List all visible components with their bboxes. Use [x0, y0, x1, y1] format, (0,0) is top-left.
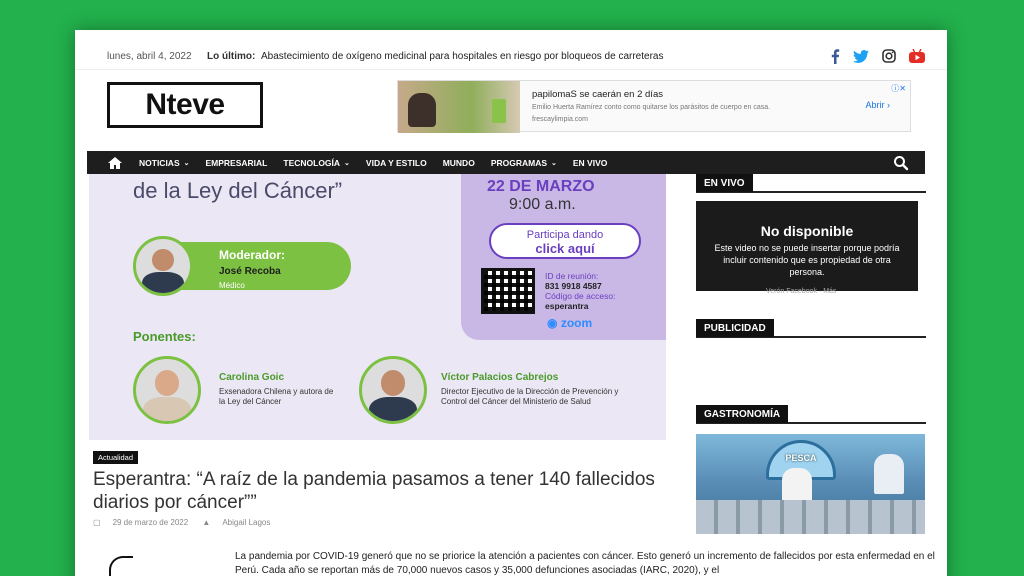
- nav-item-vida-y-estilo[interactable]: VIDA Y ESTILO: [358, 151, 435, 174]
- food-widget-header: GASTRONOMÍA: [696, 404, 926, 424]
- article-meta: ▢ 29 de marzo de 2022 ▲ Abigail Lagos: [93, 518, 282, 527]
- youtube-icon[interactable]: [909, 48, 925, 64]
- speaker-avatar: [359, 356, 427, 424]
- fish-counter: [696, 500, 925, 534]
- site-logo[interactable]: Nteve: [107, 82, 263, 128]
- chevron-down-icon: ⌄: [551, 159, 557, 167]
- category-badge[interactable]: Actualidad: [93, 451, 139, 464]
- main-nav: NOTICIAS ⌄ EMPRESARIAL TECNOLOGÍA ⌄ VIDA Y ES…: [87, 151, 925, 174]
- nav-item-programas[interactable]: PROGRAMAS ⌄: [483, 151, 565, 174]
- live-video-embed[interactable]: No disponible Este video no se puede ins…: [696, 201, 918, 295]
- zoom-logo: ◉ zoom: [547, 316, 592, 330]
- nav-item-label: VIDA Y ESTILO: [365, 157, 427, 168]
- nav-item-noticias[interactable]: NOTICIAS ⌄: [131, 151, 198, 174]
- nav-item-label: TECNOLOGÍA: [283, 157, 341, 168]
- gastronomy-image[interactable]: PESCA: [696, 434, 925, 534]
- article-author[interactable]: Abigail Lagos: [222, 518, 270, 527]
- speaker-avatar: [133, 356, 201, 424]
- ad-image: [398, 81, 520, 133]
- video-unavailable-title: No disponible: [760, 223, 854, 239]
- news-page: lunes, abril 4, 2022 Lo último: Abasteci…: [75, 30, 947, 576]
- live-widget-title: EN VIVO: [696, 174, 753, 192]
- ad-widget-header: PUBLICIDAD: [696, 318, 926, 338]
- moderator-name: José Recoba: [219, 266, 281, 277]
- chevron-down-icon: ⌄: [344, 159, 350, 167]
- adchoices-icon[interactable]: ⓘ✕: [891, 83, 906, 94]
- article-headline[interactable]: Esperantra: “A raíz de la pandemia pasam…: [93, 468, 683, 514]
- nav-item-label: EN VIVO: [572, 157, 608, 168]
- speaker-name: Carolina Goic: [219, 372, 285, 383]
- access-code-label: Código de acceso:: [545, 291, 616, 301]
- chevron-right-icon: ›: [887, 100, 890, 110]
- moderator-avatar: [133, 236, 193, 296]
- article-lead: La pandemia por COVID-19 generó que no s…: [235, 551, 935, 576]
- market-worker: [874, 454, 904, 494]
- article-date[interactable]: 29 de marzo de 2022: [113, 518, 189, 527]
- latest-label: Lo último:: [207, 51, 256, 62]
- author-icon: ▲: [202, 518, 211, 527]
- chevron-down-icon: ⌄: [183, 159, 190, 167]
- ad-widget-title: PUBLICIDAD: [696, 319, 774, 337]
- event-time: 9:00 a.m.: [509, 196, 576, 213]
- speakers-label: Ponentes:: [133, 329, 196, 344]
- site-logo-text: Nteve: [145, 88, 225, 121]
- moderator-label: Moderador:: [219, 248, 285, 262]
- participate-line1: Participa dando: [526, 229, 604, 241]
- featured-image[interactable]: de la Ley del Cáncer” 22 DE MARZO 9:00 a…: [89, 174, 666, 440]
- food-widget-title: GASTRONOMÍA: [696, 405, 789, 423]
- speaker-description: Exsenadora Chilena y autora de la Ley de…: [219, 387, 334, 406]
- access-code: esperantra: [545, 301, 589, 311]
- author-logo: [109, 556, 133, 576]
- market-sign-text: PESCA: [785, 453, 817, 463]
- video-unavailable-text: Este video no se puede insertar porque p…: [714, 243, 900, 277]
- meeting-id: 831 9918 4587: [545, 281, 602, 291]
- meeting-id-label: ID de reunión:: [545, 271, 599, 281]
- participate-line2: click aquí: [535, 241, 595, 256]
- nav-item-mundo[interactable]: MUNDO: [435, 151, 483, 174]
- ad-open-label: Abrir: [865, 100, 885, 110]
- calendar-icon: ▢: [93, 518, 101, 527]
- event-date: 22 DE MARZO: [487, 178, 595, 195]
- nav-item-label: PROGRAMAS: [490, 157, 548, 168]
- ad-description: Emilio Huerta Ramírez conto como quitars…: [532, 104, 771, 111]
- ad-domain: frescaylimpia.com: [532, 116, 589, 123]
- ad-title[interactable]: papilomaS se caerán en 2 días: [532, 89, 663, 100]
- facebook-icon[interactable]: [827, 48, 843, 64]
- participate-button[interactable]: Participa dando click aquí: [489, 223, 641, 259]
- qr-code-icon: [481, 268, 535, 314]
- latest-news-link[interactable]: Abastecimiento de oxígeno medicinal para…: [261, 51, 663, 62]
- zoom-text: zoom: [560, 316, 593, 330]
- twitter-icon[interactable]: [853, 48, 869, 64]
- speaker-name: Víctor Palacios Cabrejos: [441, 372, 559, 383]
- nav-item-en-vivo[interactable]: EN VIVO: [565, 151, 615, 174]
- moderator-title: Médico: [219, 281, 245, 290]
- top-bar: lunes, abril 4, 2022 Lo último: Abasteci…: [75, 30, 947, 70]
- search-icon[interactable]: [893, 155, 909, 171]
- meeting-info: ID de reunión: 831 9918 4587 Código de a…: [545, 271, 615, 311]
- nav-item-label: MUNDO: [442, 157, 475, 168]
- zoom-camera-icon: ◉: [547, 316, 558, 330]
- instagram-icon[interactable]: [881, 48, 897, 64]
- speaker-description: Director Ejecutivo de la Dirección de Pr…: [441, 387, 619, 406]
- nav-item-label: NOTICIAS: [139, 157, 180, 168]
- nav-item-empresarial[interactable]: EMPRESARIAL: [198, 151, 276, 174]
- video-facebook-link[interactable]: Verón Facebook · Más: [766, 288, 836, 295]
- live-widget-header: EN VIVO: [696, 173, 926, 193]
- hero-heading: de la Ley del Cáncer”: [133, 178, 343, 203]
- nav-item-tecnología[interactable]: TECNOLOGÍA ⌄: [275, 151, 358, 174]
- home-icon[interactable]: [99, 151, 131, 174]
- nav-item-label: EMPRESARIAL: [205, 157, 268, 168]
- ad-open-button[interactable]: Abrir ›: [865, 100, 890, 110]
- current-date: lunes, abril 4, 2022: [107, 51, 192, 62]
- banner-ad[interactable]: papilomaS se caerán en 2 días Emilio Hue…: [397, 80, 911, 133]
